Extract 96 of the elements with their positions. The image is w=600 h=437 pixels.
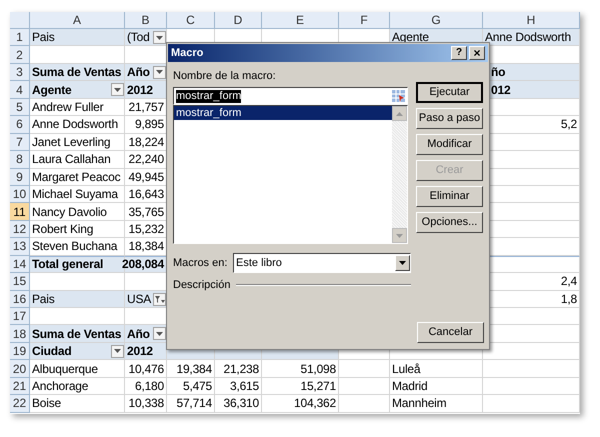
table-cell: 51,098 xyxy=(262,360,339,378)
row-header[interactable]: 13 xyxy=(10,238,30,256)
filter-button[interactable] xyxy=(153,292,166,306)
row-header[interactable]: 16 xyxy=(10,290,30,308)
row-header[interactable]: 19 xyxy=(10,342,30,360)
table-cell: 5,475 xyxy=(167,378,215,396)
row-header[interactable]: 14 xyxy=(10,256,30,274)
macros-in-select[interactable]: Este libro xyxy=(233,253,411,273)
dialog-button[interactable]: Modificar xyxy=(416,134,483,155)
row-header[interactable]: 17 xyxy=(10,308,30,326)
section-label: Descripción xyxy=(173,278,230,293)
table-cell: Anne Dodsworth xyxy=(30,116,125,134)
column-header[interactable]: E xyxy=(262,12,339,29)
field-label: Nombre de la macro: xyxy=(173,69,277,83)
dialog-button[interactable]: Ejecutar xyxy=(416,82,483,103)
table-cell: 19,384 xyxy=(167,360,215,378)
dropdown-icon[interactable] xyxy=(395,255,410,271)
row-header[interactable]: 21 xyxy=(10,378,30,396)
table-cell: Suma de Ventas xyxy=(30,325,125,343)
table-cell: 21,238 xyxy=(215,360,262,378)
dialog-button[interactable]: Paso a paso xyxy=(416,108,483,129)
row-header[interactable]: 9 xyxy=(10,168,30,186)
column-header[interactable]: A xyxy=(30,12,125,29)
close-button[interactable]: × xyxy=(469,46,485,60)
row-header[interactable]: 6 xyxy=(10,116,30,134)
table-cell: Boise xyxy=(30,395,125,413)
filter-icon xyxy=(154,296,164,303)
table-cell: Anne Dodsworth xyxy=(483,29,580,46)
row-header[interactable]: 1 xyxy=(10,29,30,46)
table-cell: Mannheim xyxy=(390,395,483,413)
row-header[interactable]: 5 xyxy=(10,98,30,116)
table-cell: Luleå xyxy=(390,360,483,378)
table-cell: 3,615 xyxy=(215,378,262,396)
row-header[interactable]: 3 xyxy=(10,64,30,82)
table-cell: Michael Suyama xyxy=(30,186,125,204)
caret-icon xyxy=(156,70,163,74)
table-cell: 18,224 xyxy=(125,134,167,152)
column-header[interactable]: B xyxy=(125,12,167,29)
dropdown-button[interactable] xyxy=(153,327,166,340)
row-header[interactable]: 8 xyxy=(10,151,30,168)
table-cell: Janet Leverling xyxy=(30,134,125,152)
table-cell: Albuquerque xyxy=(30,360,125,378)
row-header[interactable]: 12 xyxy=(10,220,30,238)
row-header[interactable]: 22 xyxy=(10,395,30,413)
row-header[interactable]: 2 xyxy=(10,46,30,64)
table-cell: 36,310 xyxy=(215,395,262,413)
window-title: Macro xyxy=(171,46,204,61)
table-cell: Steven Buchana xyxy=(30,238,125,256)
macro-list-item[interactable]: mostrar_form xyxy=(174,106,392,120)
row-header[interactable]: 15 xyxy=(10,273,30,291)
dialog-button[interactable]: Opciones... xyxy=(416,212,483,233)
table-cell: 15,271 xyxy=(262,378,339,396)
table-cell: Pais xyxy=(30,290,125,308)
table-cell: 2012 xyxy=(125,81,167,99)
row-header[interactable]: 11 xyxy=(10,203,30,221)
caret-icon xyxy=(156,36,163,40)
table-cell: 10,338 xyxy=(125,395,167,413)
table-cell: Suma de Ventas xyxy=(30,64,125,82)
table-cell: 57,714 xyxy=(167,395,215,413)
column-header[interactable]: F xyxy=(339,12,390,29)
dropdown-button[interactable] xyxy=(111,83,124,96)
dialog-button[interactable]: Eliminar xyxy=(416,186,483,207)
row-header[interactable]: 18 xyxy=(10,325,30,343)
macro-name-field[interactable]: mostrar_form xyxy=(173,87,408,105)
column-header[interactable]: D xyxy=(215,12,262,29)
caret-icon xyxy=(114,88,121,92)
row-header[interactable]: 10 xyxy=(10,186,30,204)
row-header[interactable]: 4 xyxy=(10,81,30,99)
table-cell: 6,180 xyxy=(125,378,167,396)
caret-icon xyxy=(156,332,163,336)
table-cell: Margaret Peacoc xyxy=(30,168,125,186)
dropdown-button[interactable] xyxy=(111,344,124,358)
table-cell: 104,362 xyxy=(262,395,339,413)
help-button[interactable]: ? xyxy=(451,46,467,60)
table-cell: 49,945 xyxy=(125,168,167,186)
column-header[interactable]: G xyxy=(390,12,483,29)
row-header[interactable]: 20 xyxy=(10,360,30,378)
range-picker-icon[interactable] xyxy=(392,90,405,102)
table-cell: Andrew Fuller xyxy=(30,98,125,116)
field-label: Macros en: xyxy=(173,256,228,271)
table-cell: Agente xyxy=(30,81,125,99)
column-header[interactable]: H xyxy=(483,12,580,29)
table-cell: Robert King xyxy=(30,220,125,238)
column-header[interactable]: C xyxy=(167,12,215,29)
caret-icon xyxy=(114,349,121,354)
dialog-button[interactable]: Cancelar xyxy=(417,322,484,343)
table-cell: 2012 xyxy=(125,342,167,360)
table-cell: Laura Callahan xyxy=(30,151,125,168)
dropdown-button[interactable] xyxy=(153,31,166,44)
table-cell: Pais xyxy=(30,29,125,46)
table-cell: 10,476 xyxy=(125,360,167,378)
row-header[interactable]: 7 xyxy=(10,134,30,152)
dropdown-button[interactable] xyxy=(153,66,166,79)
table-cell: Nancy Davolio xyxy=(30,203,125,221)
table-cell: Anchorage xyxy=(30,378,125,396)
table-cell: Madrid xyxy=(390,378,483,396)
